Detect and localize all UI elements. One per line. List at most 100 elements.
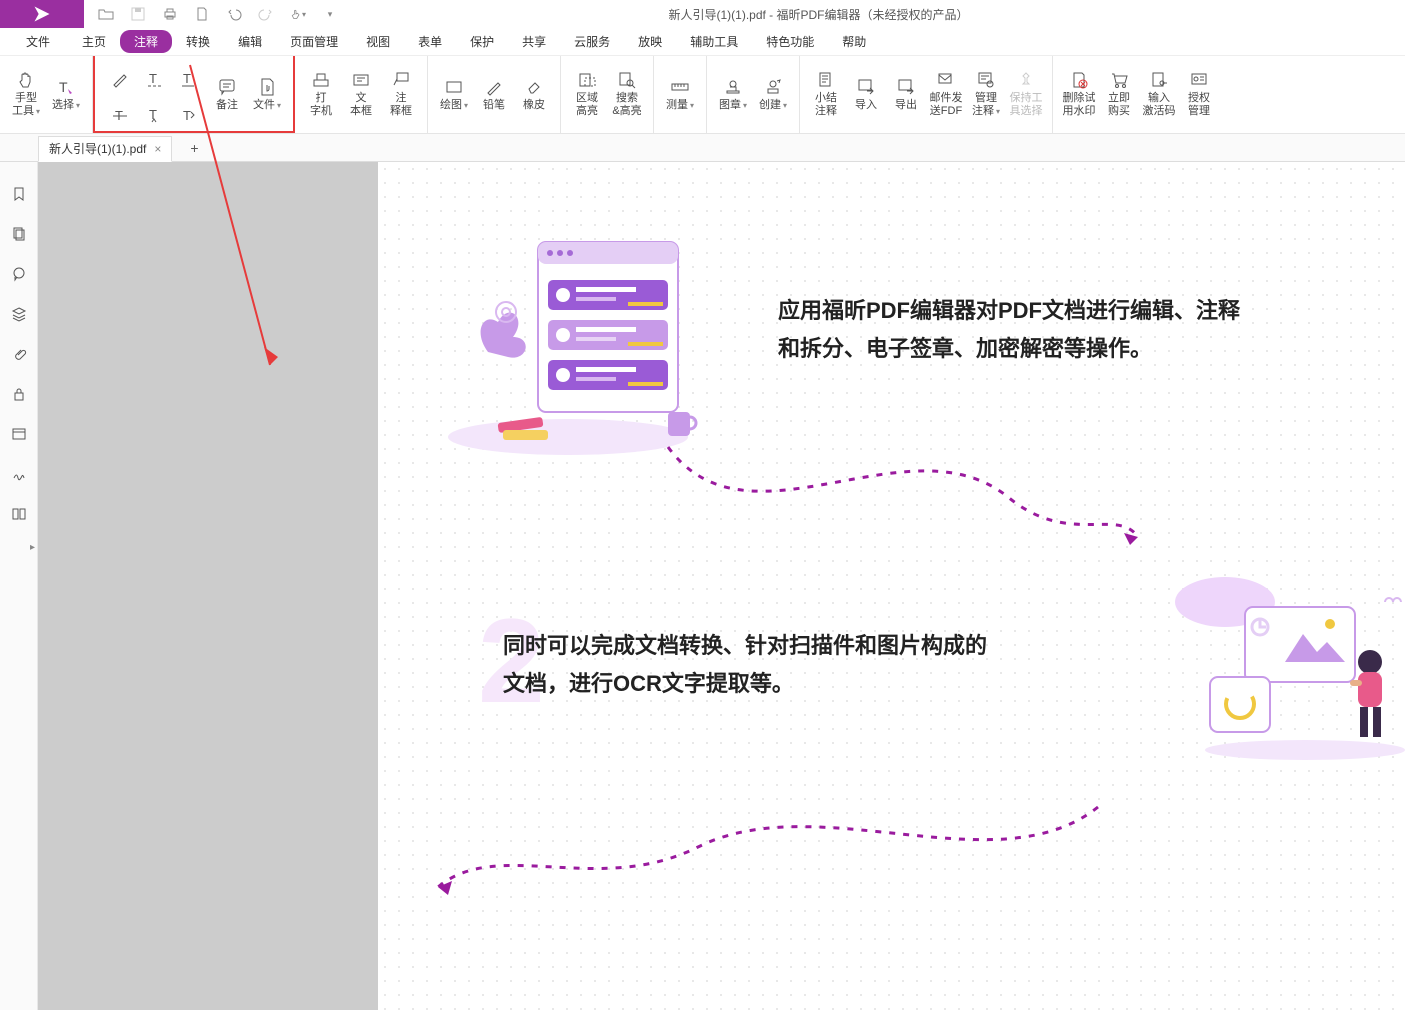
buy-button[interactable]: 立即 购买 — [1099, 58, 1139, 130]
hand-icon — [16, 70, 36, 90]
touch-icon[interactable]: ▾ — [290, 6, 306, 22]
strikethrough-button[interactable]: T — [105, 98, 135, 132]
select-tool-button[interactable]: T 选择 — [46, 58, 86, 130]
email-fdf-button[interactable]: 邮件发 送FDF — [926, 58, 966, 130]
menu-share[interactable]: 共享 — [508, 30, 560, 53]
compare-icon[interactable] — [11, 506, 27, 522]
replace-text-button[interactable]: T — [173, 98, 203, 132]
window-title: 新人引导(1)(1).pdf - 福昕PDF编辑器（未经授权的产品） — [352, 6, 1405, 23]
attachment-panel-icon[interactable] — [11, 346, 27, 362]
hand-tool-button[interactable]: 手型 工具 — [6, 58, 46, 130]
textbox-button[interactable]: 文 本框 — [341, 58, 381, 130]
security-icon[interactable] — [11, 386, 27, 402]
insert-caret-button[interactable]: T — [139, 98, 169, 132]
underline-dashed-button[interactable]: T — [139, 62, 169, 96]
pin-icon — [1016, 70, 1036, 90]
nav-sidebar: ▸ — [0, 162, 38, 1010]
print-icon[interactable] — [162, 6, 178, 22]
measure-button[interactable]: 测量 — [660, 58, 700, 130]
file-attach-button[interactable]: 文件 — [247, 58, 287, 130]
keep-tool-button[interactable]: 保持工 具选择 — [1006, 58, 1046, 130]
create-button[interactable]: 创建 — [753, 58, 793, 130]
comments-icon[interactable] — [11, 266, 27, 282]
signature-icon[interactable] — [11, 466, 27, 482]
menu-annotate[interactable]: 注释 — [120, 30, 172, 53]
export-button[interactable]: 导出 — [886, 58, 926, 130]
underline-button[interactable]: T — [173, 62, 203, 96]
menu-slideshow[interactable]: 放映 — [624, 30, 676, 53]
highlight-button[interactable] — [105, 62, 135, 96]
menu-bar: 文件 主页 注释 转换 编辑 页面管理 视图 表单 保护 共享 云服务 放映 辅… — [0, 28, 1405, 56]
svg-text:T: T — [149, 71, 157, 86]
illustration-ocr — [1155, 572, 1405, 762]
create-stamp-icon — [763, 77, 783, 97]
manage-icon — [976, 70, 996, 90]
document-tab[interactable]: 新人引导(1)(1).pdf × — [38, 136, 172, 162]
cart-icon — [1109, 70, 1129, 90]
menu-convert[interactable]: 转换 — [172, 30, 224, 53]
manage-annot-button[interactable]: 管理 注释 — [966, 58, 1006, 130]
eraser-icon — [524, 77, 544, 97]
menu-file[interactable]: 文件 — [8, 29, 68, 54]
svg-text:T: T — [183, 71, 191, 86]
undo-icon[interactable] — [226, 6, 242, 22]
thumbnail-strip — [38, 162, 378, 1010]
draw-button[interactable]: 绘图 — [434, 58, 474, 130]
menu-home[interactable]: 主页 — [68, 30, 120, 53]
menu-page[interactable]: 页面管理 — [276, 30, 352, 53]
area-highlight-icon — [577, 70, 597, 90]
menu-features[interactable]: 特色功能 — [752, 30, 828, 53]
search-highlight-button[interactable]: 搜索 &高亮 — [607, 58, 647, 130]
menu-edit[interactable]: 编辑 — [224, 30, 276, 53]
search-icon — [617, 70, 637, 90]
quick-access-toolbar: ▾ ▾ — [84, 6, 352, 22]
pages-icon[interactable] — [11, 226, 27, 242]
stamp-button[interactable]: 图章 — [713, 58, 753, 130]
document-tabs: 新人引导(1)(1).pdf × + — [0, 134, 1405, 162]
area-highlight-button[interactable]: 区域 高亮 — [567, 58, 607, 130]
layers-icon[interactable] — [11, 306, 27, 322]
callout-button[interactable]: 注 释框 — [381, 58, 421, 130]
close-tab-icon[interactable]: × — [154, 142, 161, 156]
svg-text:T: T — [183, 108, 191, 123]
menu-view[interactable]: 视图 — [352, 30, 404, 53]
menu-help[interactable]: 帮助 — [828, 30, 880, 53]
open-icon[interactable] — [98, 6, 114, 22]
eraser-button[interactable]: 橡皮 — [514, 58, 554, 130]
page-icon[interactable] — [194, 6, 210, 22]
svg-text:T: T — [59, 79, 68, 95]
page-view[interactable]: 1 应用福昕PDF编辑器对PDF文档进行编辑、注释 和拆分、电子签章、加密解密等… — [378, 162, 1405, 1010]
key-icon — [1149, 70, 1169, 90]
attachment-icon — [257, 77, 277, 97]
menu-protect[interactable]: 保护 — [456, 30, 508, 53]
qat-dropdown-icon[interactable]: ▾ — [322, 6, 338, 22]
redo-icon[interactable] — [258, 6, 274, 22]
activate-button[interactable]: 输入 激活码 — [1139, 58, 1179, 130]
app-logo[interactable] — [0, 0, 84, 28]
bookmark-icon[interactable] — [11, 186, 27, 202]
save-icon[interactable] — [130, 6, 146, 22]
menu-accessibility[interactable]: 辅助工具 — [676, 30, 752, 53]
delete-watermark-icon — [1069, 70, 1089, 90]
dashed-connector-1 — [608, 437, 1158, 577]
import-button[interactable]: 导入 — [846, 58, 886, 130]
export-icon — [896, 77, 916, 97]
pencil-button[interactable]: 铅笔 — [474, 58, 514, 130]
select-icon: T — [56, 77, 76, 97]
note-button[interactable]: 备注 — [207, 58, 247, 130]
summary-button[interactable]: 小结 注释 — [806, 58, 846, 130]
expand-sidebar-icon[interactable]: ▸ — [30, 542, 35, 553]
textbox-icon — [351, 70, 371, 90]
menu-cloud[interactable]: 云服务 — [560, 30, 624, 53]
ribbon: 手型 工具 T 选择 T T T T T 备注 文件 打 字机 文 本框 注 释… — [0, 56, 1405, 134]
new-tab-button[interactable]: + — [190, 140, 198, 156]
typewriter-icon — [311, 70, 331, 90]
work-area: ▸ — [0, 162, 1405, 1010]
fields-icon[interactable] — [11, 426, 27, 442]
stamp-icon — [723, 77, 743, 97]
menu-form[interactable]: 表单 — [404, 30, 456, 53]
delete-trial-button[interactable]: 删除试 用水印 — [1059, 58, 1099, 130]
typewriter-button[interactable]: 打 字机 — [301, 58, 341, 130]
note-icon — [217, 77, 237, 97]
license-button[interactable]: 授权 管理 — [1179, 58, 1219, 130]
